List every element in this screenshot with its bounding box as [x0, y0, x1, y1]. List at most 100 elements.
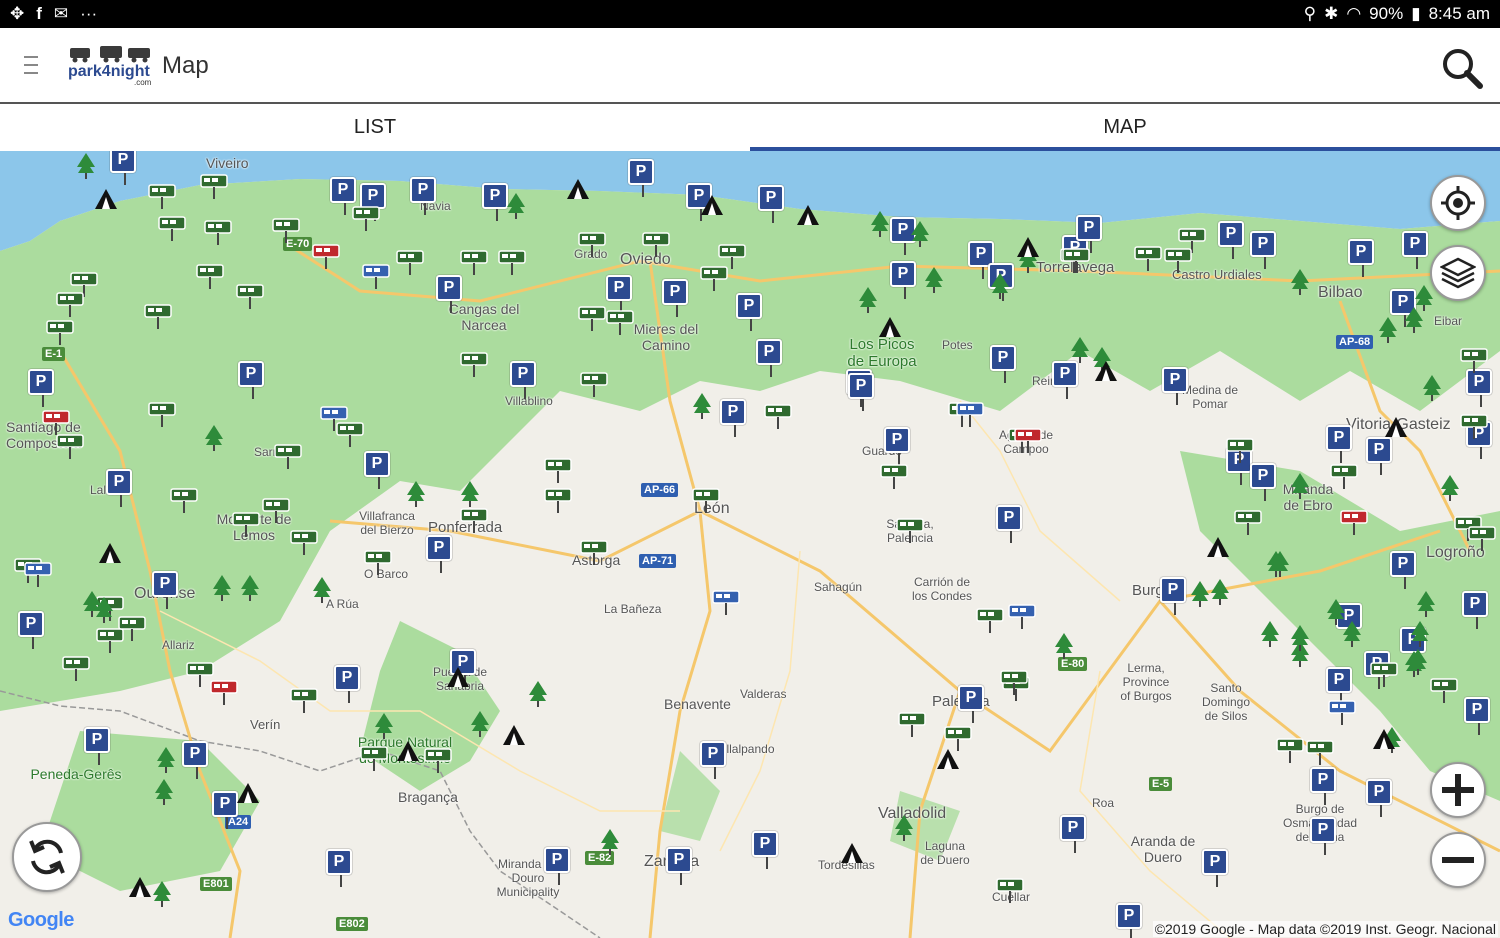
- campervan-marker[interactable]: [274, 443, 302, 469]
- campsite-marker[interactable]: [98, 541, 122, 570]
- campervan-marker[interactable]: [232, 511, 260, 537]
- parking-marker[interactable]: P: [848, 373, 874, 411]
- nature-spot-marker[interactable]: [1054, 633, 1074, 659]
- campervan-marker[interactable]: [396, 249, 424, 275]
- campervan-marker[interactable]: [1164, 247, 1192, 273]
- parking-marker[interactable]: P: [84, 727, 110, 765]
- campervan-marker[interactable]: [204, 219, 232, 245]
- campervan-marker[interactable]: [200, 173, 228, 199]
- parking-marker[interactable]: P: [334, 665, 360, 703]
- parking-marker[interactable]: P: [1464, 697, 1490, 735]
- campsite-marker[interactable]: [700, 193, 724, 222]
- nature-spot-marker[interactable]: [858, 287, 878, 313]
- parking-marker[interactable]: P: [1116, 903, 1142, 938]
- campervan-marker[interactable]: [578, 231, 606, 257]
- parking-marker[interactable]: P: [1162, 367, 1188, 405]
- campervan-marker[interactable]: [210, 679, 238, 705]
- menu-icon[interactable]: [24, 56, 38, 74]
- zoom-out-button[interactable]: [1430, 832, 1486, 888]
- parking-marker[interactable]: P: [628, 159, 654, 197]
- parking-marker[interactable]: P: [720, 399, 746, 437]
- parking-marker[interactable]: P: [1310, 767, 1336, 805]
- parking-marker[interactable]: P: [752, 831, 778, 869]
- campsite-marker[interactable]: [566, 177, 590, 206]
- campervan-marker[interactable]: [186, 661, 214, 687]
- nature-spot-marker[interactable]: [1414, 285, 1434, 311]
- campervan-marker[interactable]: [976, 607, 1004, 633]
- campervan-marker[interactable]: [158, 215, 186, 241]
- campervan-marker[interactable]: [1014, 427, 1042, 453]
- campervan-marker[interactable]: [1460, 413, 1488, 439]
- parking-marker[interactable]: P: [152, 571, 178, 609]
- campervan-marker[interactable]: [360, 745, 388, 771]
- campsite-marker[interactable]: [446, 665, 470, 694]
- nature-spot-marker[interactable]: [1378, 317, 1398, 343]
- tab-map[interactable]: MAP: [750, 104, 1500, 151]
- campsite-marker[interactable]: [878, 315, 902, 344]
- parking-marker[interactable]: P: [1202, 849, 1228, 887]
- parking-marker[interactable]: P: [736, 293, 762, 331]
- campsite-marker[interactable]: [396, 739, 420, 768]
- parking-marker[interactable]: P: [326, 849, 352, 887]
- parking-marker[interactable]: P: [106, 469, 132, 507]
- parking-marker[interactable]: P: [1462, 591, 1488, 629]
- parking-marker[interactable]: P: [238, 361, 264, 399]
- parking-marker[interactable]: P: [1326, 667, 1352, 705]
- nature-spot-marker[interactable]: [1260, 621, 1280, 647]
- nature-spot-marker[interactable]: [600, 829, 620, 855]
- parking-marker[interactable]: P: [410, 177, 436, 215]
- parking-marker[interactable]: P: [662, 279, 688, 317]
- campervan-marker[interactable]: [1340, 509, 1368, 535]
- campervan-marker[interactable]: [364, 549, 392, 575]
- parking-marker[interactable]: P: [1402, 231, 1428, 269]
- campsite-marker[interactable]: [840, 841, 864, 870]
- parking-marker[interactable]: P: [510, 361, 536, 399]
- campervan-marker[interactable]: [1062, 247, 1090, 273]
- nature-spot-marker[interactable]: [212, 575, 232, 601]
- campsite-marker[interactable]: [236, 781, 260, 810]
- parking-marker[interactable]: P: [990, 345, 1016, 383]
- campervan-marker[interactable]: [24, 561, 52, 587]
- parking-marker[interactable]: P: [1250, 463, 1276, 501]
- campervan-marker[interactable]: [896, 517, 924, 543]
- campsite-marker[interactable]: [128, 875, 152, 904]
- campervan-marker[interactable]: [272, 217, 300, 243]
- campervan-marker[interactable]: [290, 529, 318, 555]
- campervan-marker[interactable]: [460, 351, 488, 377]
- campervan-marker[interactable]: [580, 371, 608, 397]
- nature-spot-marker[interactable]: [154, 779, 174, 805]
- campervan-marker[interactable]: [1430, 677, 1458, 703]
- nature-spot-marker[interactable]: [528, 681, 548, 707]
- nature-spot-marker[interactable]: [1270, 551, 1290, 577]
- campervan-marker[interactable]: [196, 263, 224, 289]
- nature-spot-marker[interactable]: [204, 425, 224, 451]
- parking-marker[interactable]: P: [1390, 551, 1416, 589]
- parking-marker[interactable]: P: [996, 505, 1022, 543]
- campervan-marker[interactable]: [1234, 509, 1262, 535]
- nature-spot-marker[interactable]: [374, 713, 394, 739]
- campervan-marker[interactable]: [42, 409, 70, 435]
- parking-marker[interactable]: P: [544, 847, 570, 885]
- parking-marker[interactable]: P: [758, 185, 784, 223]
- parking-marker[interactable]: P: [482, 183, 508, 221]
- campervan-marker[interactable]: [580, 539, 608, 565]
- campervan-marker[interactable]: [56, 291, 84, 317]
- parking-marker[interactable]: P: [1366, 779, 1392, 817]
- campervan-marker[interactable]: [544, 487, 572, 513]
- parking-marker[interactable]: P: [1348, 239, 1374, 277]
- parking-marker[interactable]: P: [212, 791, 238, 829]
- campervan-marker[interactable]: [944, 725, 972, 751]
- campervan-marker[interactable]: [578, 305, 606, 331]
- campervan-marker[interactable]: [712, 589, 740, 615]
- campervan-marker[interactable]: [424, 747, 452, 773]
- campervan-marker[interactable]: [1330, 463, 1358, 489]
- campervan-marker[interactable]: [642, 231, 670, 257]
- parking-marker[interactable]: P: [1310, 817, 1336, 855]
- campsite-marker[interactable]: [1016, 235, 1040, 264]
- locate-button[interactable]: [1430, 175, 1486, 231]
- campervan-marker[interactable]: [880, 463, 908, 489]
- parking-marker[interactable]: P: [1250, 231, 1276, 269]
- campervan-marker[interactable]: [996, 877, 1024, 903]
- parking-marker[interactable]: P: [1076, 215, 1102, 253]
- campervan-marker[interactable]: [148, 401, 176, 427]
